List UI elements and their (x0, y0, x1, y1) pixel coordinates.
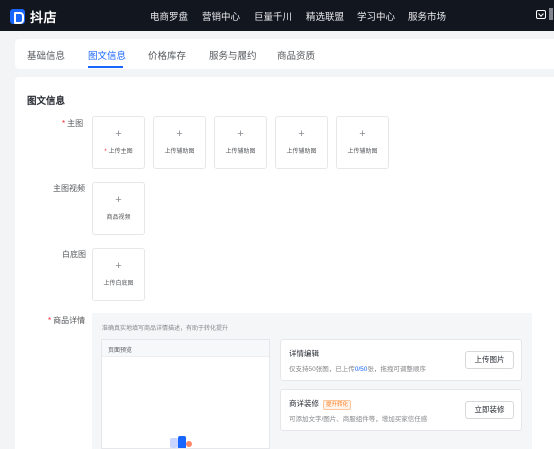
truncated-menu[interactable] (549, 8, 553, 20)
logo-icon (10, 9, 25, 24)
plus-icon: + (115, 128, 122, 140)
detail-hint: 准确真实地填写商品详情描述，有助于转化提升 (102, 326, 229, 332)
plus-icon: + (115, 194, 122, 206)
detail-label: * 商品详情 (48, 316, 86, 325)
download-icon[interactable] (536, 10, 546, 19)
card-description: 仅支持50张图，已上传0/50张，拖拽可调整顺序 (289, 366, 426, 373)
card-description: 可添加文字/图片、商服组件等，增加买家信任感 (289, 416, 428, 423)
page-preview: 页面预览 (101, 339, 270, 449)
upload-aux-image-2[interactable]: + 上传辅助图 (214, 116, 267, 169)
main-video-label: 主图视频 (53, 184, 85, 193)
upload-label: 上传辅助图 (286, 149, 317, 155)
white-bg-label: 白底图 (62, 250, 86, 259)
nav-item-learning[interactable]: 学习中心 (357, 9, 395, 23)
upload-aux-image-1[interactable]: + 上传辅助图 (153, 116, 206, 169)
top-navigation-bar: 抖店 电商罗盘 营销中心 巨量千川 精选联盟 学习中心 服务市场 (0, 0, 554, 31)
upload-label: 上传主图 (108, 149, 133, 155)
plus-icon: + (176, 128, 183, 140)
upload-label: 商品视频 (106, 215, 131, 221)
promo-tag: 提升转化 (323, 400, 352, 410)
preview-title: 页面预览 (108, 348, 133, 354)
tab-product-qualification[interactable]: 商品资质 (277, 48, 315, 62)
tab-service-fulfillment[interactable]: 服务与履约 (209, 48, 257, 62)
card-title: 商详装修 提升转化 (289, 398, 352, 410)
upload-count: 0/50 (354, 366, 368, 373)
required-marker: * (48, 316, 52, 325)
upload-label: 上传辅助图 (347, 149, 378, 155)
empty-illustration-icon (166, 436, 194, 449)
detail-decor-card: 商详装修 提升转化 可添加文字/图片、商服组件等，增加买家信任感 立即装修 (280, 389, 522, 431)
upload-main-image[interactable]: + * 上传主图 (92, 116, 145, 169)
plus-icon: + (359, 128, 366, 140)
upload-aux-image-3[interactable]: + 上传辅助图 (275, 116, 328, 169)
nav-item-marketing[interactable]: 营销中心 (202, 9, 240, 23)
plus-icon: + (237, 128, 244, 140)
tab-image-text[interactable]: 图文信息 (88, 48, 126, 62)
upload-white-bg[interactable]: + 上传白底图 (92, 248, 145, 301)
nav-item-alliance[interactable]: 精选联盟 (306, 9, 344, 23)
upload-label: 上传白底图 (103, 281, 134, 287)
upload-label: 上传辅助图 (164, 149, 195, 155)
upload-aux-image-4[interactable]: + 上传辅助图 (336, 116, 389, 169)
app-name: 抖店 (30, 10, 58, 25)
decorate-now-button[interactable]: 立即装修 (465, 401, 514, 419)
tab-basic-info[interactable]: 基础信息 (27, 48, 65, 62)
nav-item-compass[interactable]: 电商罗盘 (150, 9, 188, 23)
plus-icon: + (298, 128, 305, 140)
detail-edit-card: 详情编辑 仅支持50张图，已上传0/50张，拖拽可调整顺序 上传图片 (280, 339, 522, 381)
nav-item-qianchuan[interactable]: 巨量千川 (254, 9, 292, 23)
plus-icon: + (115, 260, 122, 272)
main-image-label: * 主图 (62, 119, 84, 128)
section-title: 图文信息 (27, 96, 66, 107)
active-tab-indicator (88, 66, 123, 68)
required-marker: * (62, 119, 66, 128)
logo[interactable]: 抖店 (10, 7, 57, 26)
tab-price-stock[interactable]: 价格库存 (148, 48, 186, 62)
upload-main-video[interactable]: + 商品视频 (92, 182, 145, 235)
card-title: 详情编辑 (289, 349, 319, 358)
required-marker: * (104, 149, 107, 155)
upload-label: 上传辅助图 (225, 149, 256, 155)
nav-item-service-market[interactable]: 服务市场 (408, 9, 446, 23)
upload-images-button[interactable]: 上传图片 (465, 351, 514, 369)
